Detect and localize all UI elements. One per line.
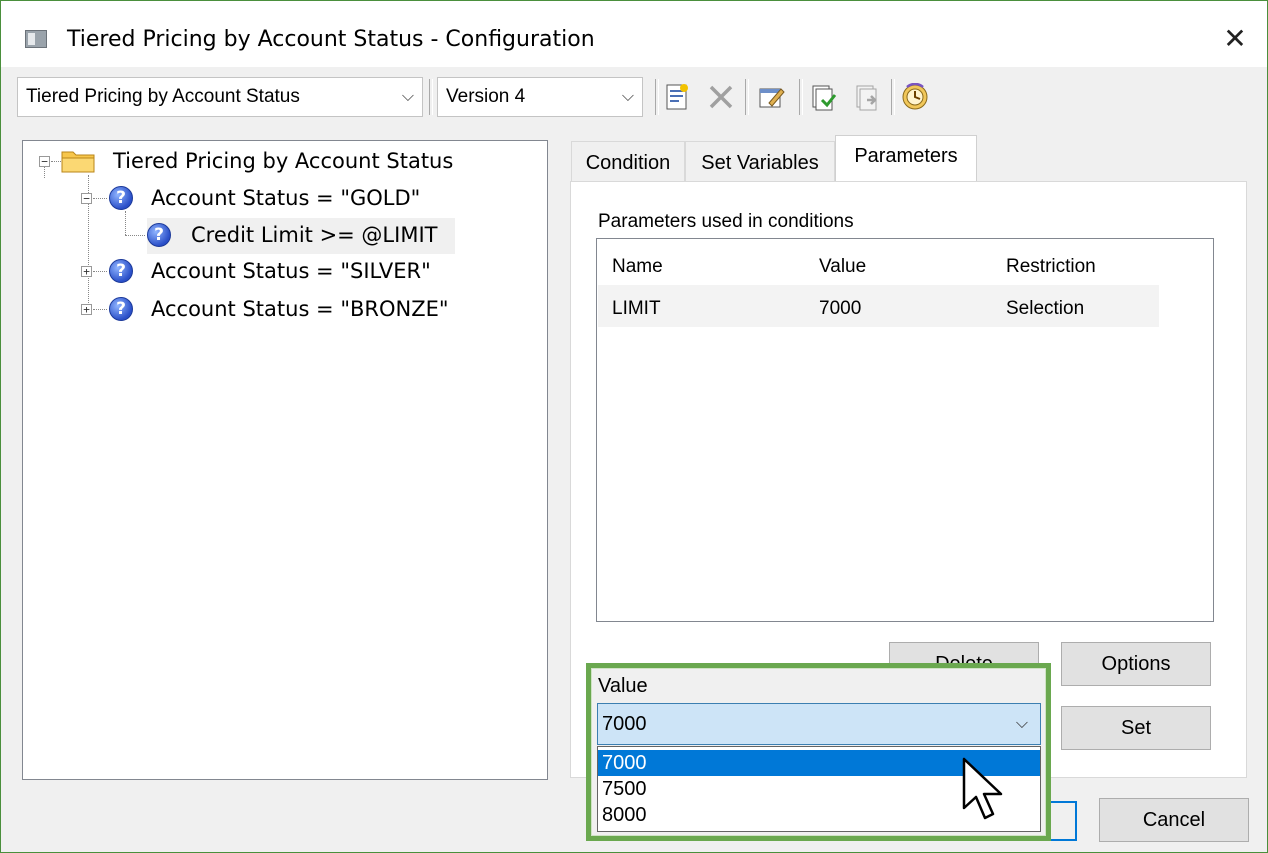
tab-set-variables[interactable]: Set Variables bbox=[685, 141, 835, 181]
title-bar: Tiered Pricing by Account Status - Confi… bbox=[1, 1, 1267, 67]
parameters-list[interactable]: Name Value Restriction LIMIT 7000 Select… bbox=[596, 238, 1214, 622]
column-header-name[interactable]: Name bbox=[612, 249, 663, 285]
question-condition-icon: ? bbox=[109, 186, 133, 210]
cell-name: LIMIT bbox=[612, 298, 661, 319]
new-rule-icon[interactable] bbox=[661, 81, 693, 113]
tree-line bbox=[93, 271, 107, 272]
cell-restriction: Selection bbox=[1006, 298, 1085, 319]
cancel-button[interactable]: Cancel bbox=[1099, 798, 1249, 842]
toolbar-separator bbox=[745, 79, 749, 115]
config-dialog: Tiered Pricing by Account Status - Confi… bbox=[0, 0, 1268, 853]
ruleset-select[interactable]: Tiered Pricing by Account Status ⌵ bbox=[17, 77, 423, 117]
chevron-down-icon: ⌵ bbox=[401, 88, 414, 105]
folder-icon bbox=[61, 149, 95, 173]
expand-silver-icon[interactable]: + bbox=[81, 266, 92, 277]
tree-line bbox=[125, 235, 145, 236]
cell-value: 7000 bbox=[819, 298, 862, 319]
mouse-pointer-icon bbox=[961, 756, 1005, 822]
collapse-root-icon[interactable]: − bbox=[39, 156, 50, 167]
tree-root-label[interactable]: Tiered Pricing by Account Status bbox=[113, 144, 453, 178]
export-icon[interactable] bbox=[851, 81, 883, 113]
column-header-value[interactable]: Value bbox=[819, 249, 866, 285]
tab-parameters[interactable]: Parameters bbox=[835, 135, 977, 181]
chevron-down-icon: ⌵ bbox=[1015, 715, 1028, 732]
version-select[interactable]: Version 4 ⌵ bbox=[437, 77, 643, 117]
question-condition-icon: ? bbox=[109, 259, 133, 283]
toolbar-separator bbox=[799, 79, 803, 115]
tab-condition[interactable]: Condition bbox=[571, 141, 685, 181]
expand-bronze-icon[interactable]: + bbox=[81, 304, 92, 315]
value-select[interactable]: 7000 ⌵ bbox=[597, 703, 1041, 745]
ruleset-select-value: Tiered Pricing by Account Status bbox=[26, 86, 300, 107]
value-label: Value bbox=[598, 675, 648, 697]
tree-line bbox=[93, 198, 107, 199]
column-header-restriction[interactable]: Restriction bbox=[1006, 249, 1096, 285]
tree-line bbox=[93, 309, 107, 310]
question-condition-icon: ? bbox=[147, 223, 171, 247]
import-icon[interactable] bbox=[807, 81, 839, 113]
toolbar-separator bbox=[655, 79, 659, 115]
chevron-down-icon: ⌵ bbox=[621, 88, 634, 105]
value-select-current: 7000 bbox=[602, 713, 647, 735]
toolbar: Tiered Pricing by Account Status ⌵ Versi… bbox=[11, 73, 1261, 123]
tree-item-gold[interactable]: Account Status = "GOLD" bbox=[151, 181, 420, 215]
tree-item-silver[interactable]: Account Status = "SILVER" bbox=[151, 254, 431, 288]
question-condition-icon: ? bbox=[109, 297, 133, 321]
parameters-label: Parameters used in conditions bbox=[598, 211, 854, 232]
options-button[interactable]: Options bbox=[1061, 642, 1211, 686]
tree-item-bronze[interactable]: Account Status = "BRONZE" bbox=[151, 292, 449, 326]
tree-line bbox=[125, 211, 126, 235]
toolbar-separator bbox=[891, 79, 895, 115]
tree-item-credit-limit[interactable]: Credit Limit >= @LIMIT bbox=[191, 218, 437, 252]
app-icon bbox=[25, 30, 47, 48]
close-button[interactable]: ✕ bbox=[1215, 19, 1255, 59]
delete-icon[interactable] bbox=[705, 81, 737, 113]
edit-icon[interactable] bbox=[755, 81, 787, 113]
version-select-value: Version 4 bbox=[446, 86, 526, 107]
collapse-gold-icon[interactable]: − bbox=[81, 193, 92, 204]
set-button[interactable]: Set bbox=[1061, 706, 1211, 750]
history-icon[interactable] bbox=[899, 81, 931, 113]
window-title: Tiered Pricing by Account Status - Confi… bbox=[67, 27, 595, 52]
toolbar-separator bbox=[429, 79, 433, 115]
